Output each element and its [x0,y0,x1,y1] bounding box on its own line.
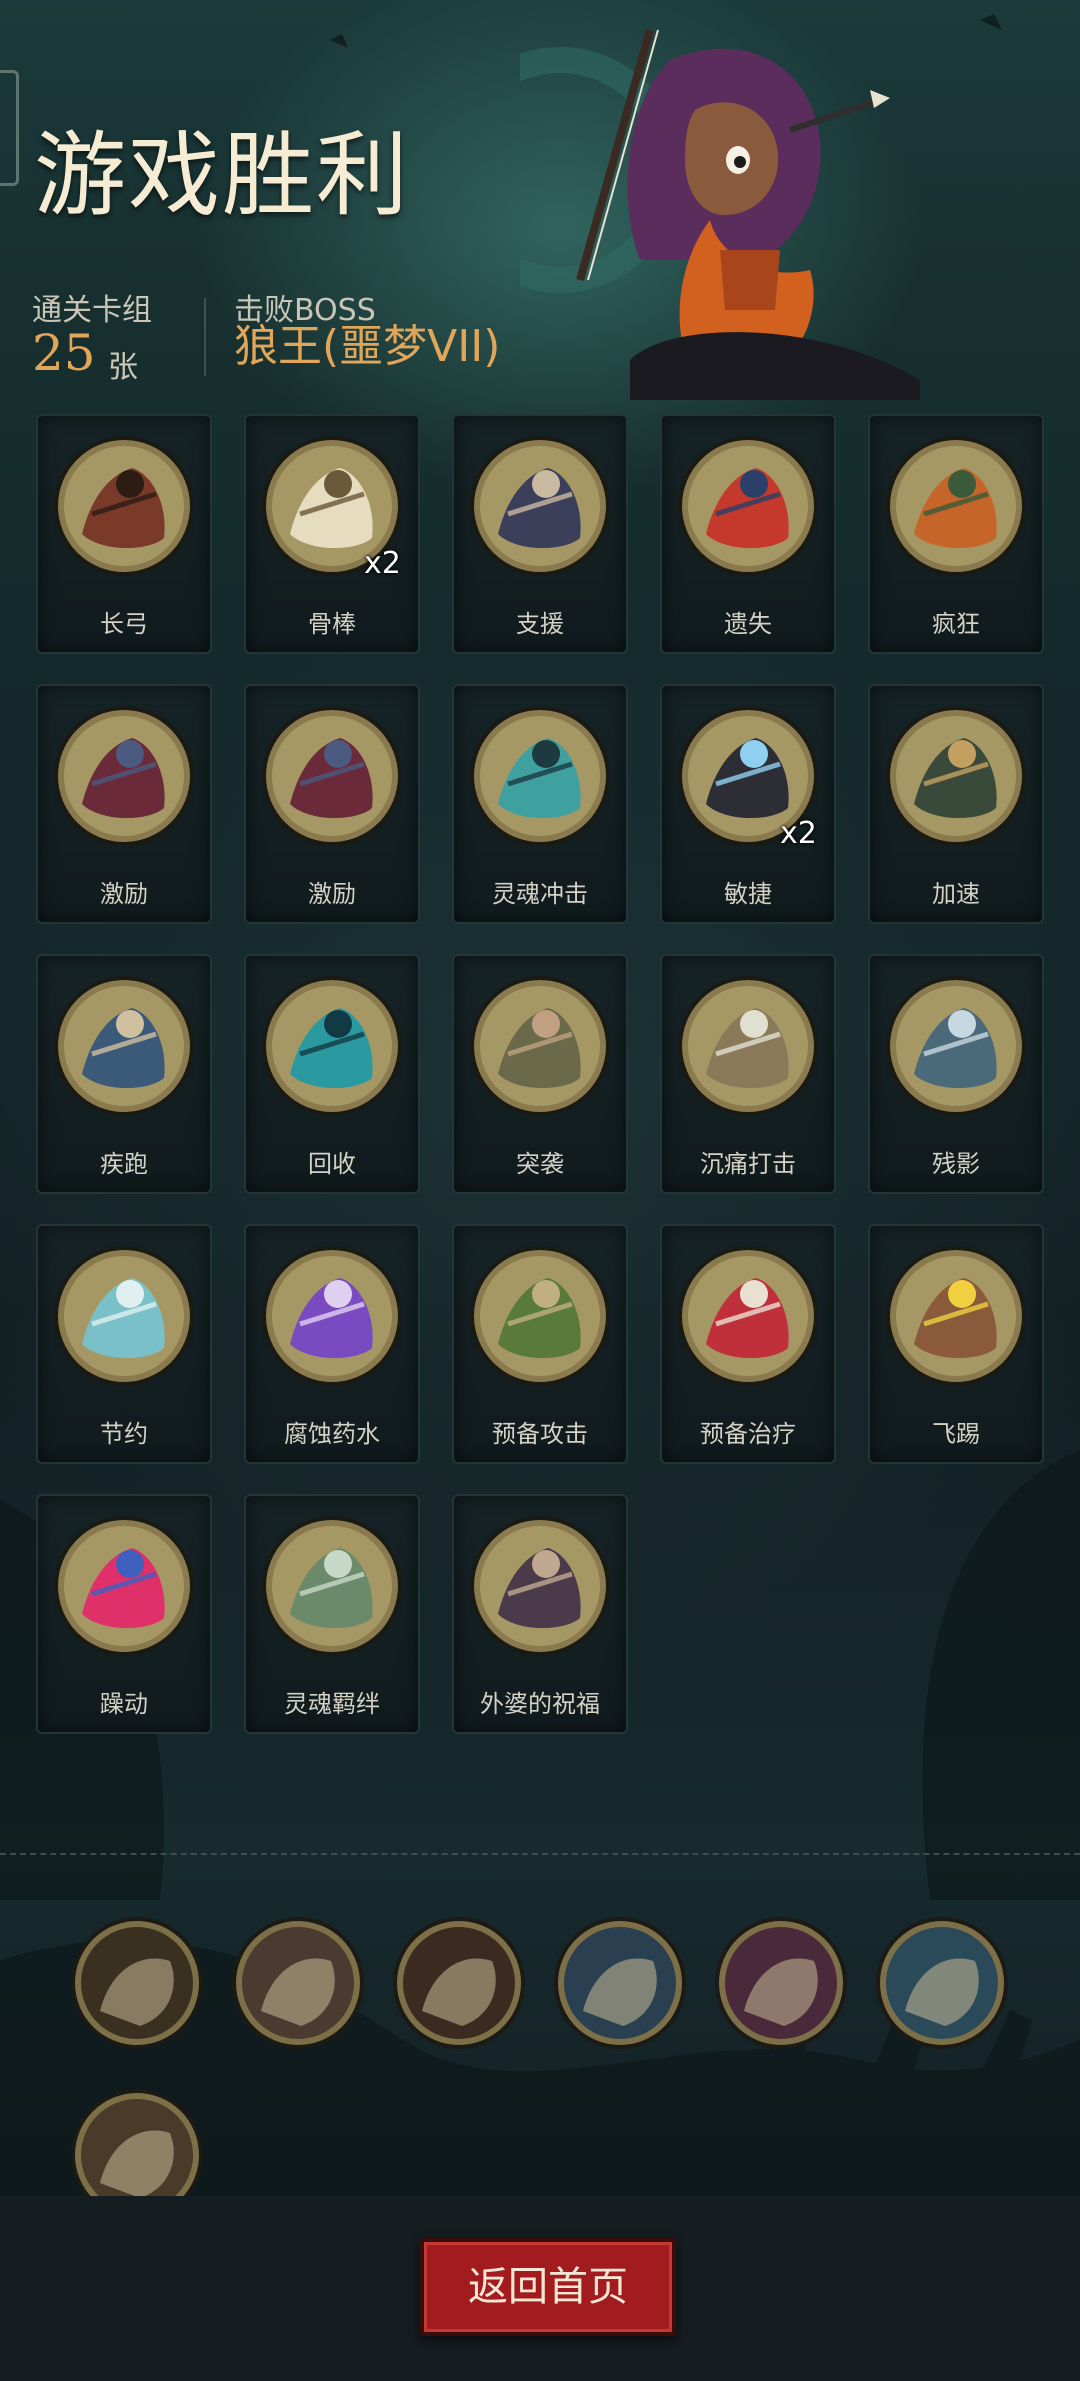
card-label: 长弓 [100,610,148,638]
card-item[interactable]: 长弓 [36,414,212,654]
card-label: 残影 [932,1150,980,1178]
card-item[interactable]: 预备攻击 [452,1224,628,1464]
lost-icon [678,436,818,576]
card-item[interactable]: 外婆的祝福 [452,1494,628,1734]
return-home-button[interactable]: 返回首页 [420,2238,676,2336]
longbow-icon [54,436,194,576]
card-label: 腐蚀药水 [284,1420,380,1448]
card-item[interactable]: 遗失 [660,414,836,654]
page-title: 游戏胜利 [34,122,411,229]
card-label: 激励 [100,880,148,908]
section-divider [0,1853,1080,1855]
hooded-archer-illustration [520,28,920,400]
support-icon [470,436,610,576]
ready-attack-icon [470,1246,610,1386]
card-label: 灵魂冲击 [492,880,588,908]
footer-bar: 返回首页 [0,2196,1080,2381]
sprint-icon [54,976,194,1116]
card-label: 支援 [516,610,564,638]
thrift-icon [54,1246,194,1386]
card-item[interactable]: 激励 [36,684,212,924]
cards-label: 通关卡组 [32,293,152,328]
victory-header: 游戏胜利 通关卡组 25 张 击败BOSS 狼王(噩梦VII) [0,0,1080,400]
goblin-relic-icon[interactable] [553,1916,687,2050]
card-item[interactable]: 激励 [244,684,420,924]
madness-icon [886,436,1026,576]
corrosive-potion-icon [262,1246,402,1386]
haste-icon [886,706,1026,846]
card-label: 躁动 [100,1690,148,1718]
relic-medal [393,1917,525,2049]
card-multiplier: x2 [780,816,817,851]
relic-medal [554,1917,686,2049]
card-item[interactable]: 躁动 [36,1494,212,1734]
card-item[interactable]: 灵魂冲击 [452,684,628,924]
inspire-icon [262,706,402,846]
raid-icon [470,976,610,1116]
card-label: 激励 [308,880,356,908]
card-item[interactable]: 骨棒 x2 [244,414,420,654]
blade-strike-relic-icon[interactable] [392,1916,526,2050]
card-label: 外婆的祝福 [480,1690,600,1718]
inspire-icon [54,706,194,846]
card-label: 预备治疗 [700,1420,796,1448]
boss-name: 狼王(噩梦VII) [234,321,501,372]
card-label: 加速 [932,880,980,908]
card-label: 突袭 [516,1150,564,1178]
card-label: 骨棒 [308,610,356,638]
card-label: 预备攻击 [492,1420,588,1448]
card-item[interactable]: 支援 [452,414,628,654]
cards-count: 25 [32,324,96,382]
heavy-blow-icon [678,976,818,1116]
card-item[interactable]: 飞踢 [868,1224,1044,1464]
cards-unit: 张 [108,350,138,385]
card-item[interactable]: 预备治疗 [660,1224,836,1464]
card-label: 飞踢 [932,1420,980,1448]
card-label: 遗失 [724,610,772,638]
recycle-icon [262,976,402,1116]
card-item[interactable]: 残影 [868,954,1044,1194]
flying-kick-icon [886,1246,1026,1386]
card-item[interactable]: 灵魂羁绊 [244,1494,420,1734]
card-label: 节约 [100,1420,148,1448]
card-hand-relic-icon[interactable] [875,1916,1009,2050]
card-item[interactable]: 节约 [36,1224,212,1464]
vampire-relic-icon[interactable] [714,1916,848,2050]
card-item[interactable]: 回收 [244,954,420,1194]
skull-card-relic-icon[interactable] [70,1916,204,2050]
card-item[interactable]: 疾跑 [36,954,212,1194]
card-item[interactable]: 疯狂 [868,414,1044,654]
card-item[interactable]: 加速 [868,684,1044,924]
warrior-slash-relic-icon[interactable] [231,1916,365,2050]
card-label: 疾跑 [100,1150,148,1178]
card-item[interactable]: 突袭 [452,954,628,1194]
card-label: 灵魂羁绊 [284,1690,380,1718]
card-item[interactable]: 敏捷 x2 [660,684,836,924]
grandma-blessing-icon [470,1516,610,1656]
card-label: 疯狂 [932,610,980,638]
afterimage-icon [886,976,1026,1116]
ready-heal-icon [678,1246,818,1386]
soul-bond-icon [262,1516,402,1656]
stat-divider [204,298,206,376]
soul-strike-icon [470,706,610,846]
card-item[interactable]: 沉痛打击 [660,954,836,1194]
side-tab[interactable] [0,70,19,186]
relic-medal [715,1917,847,2049]
restless-icon [54,1516,194,1656]
relic-medal [232,1917,364,2049]
card-item[interactable]: 腐蚀药水 [244,1224,420,1464]
relic-medal [876,1917,1008,2049]
card-label: 回收 [308,1150,356,1178]
card-label: 沉痛打击 [700,1150,796,1178]
card-label: 敏捷 [724,880,772,908]
card-multiplier: x2 [364,546,401,581]
relic-medal [71,1917,203,2049]
